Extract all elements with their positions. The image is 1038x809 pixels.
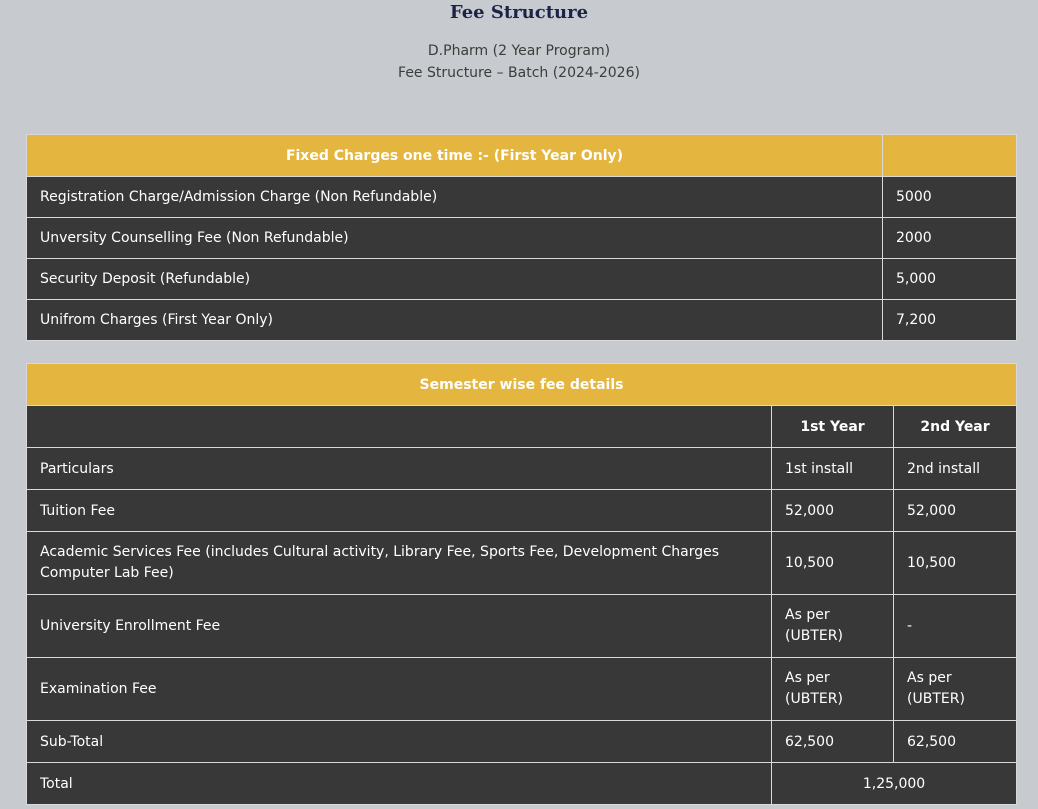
semester-header-row: Semester wise fee details <box>25 363 1018 406</box>
table-row: Security Deposit (Refundable) 5,000 <box>26 258 1017 300</box>
semester-heading: Semester wise fee details <box>25 363 1018 406</box>
year1-value: 10,500 <box>771 531 894 595</box>
year1-value: As per (UBTER) <box>771 594 894 658</box>
fixed-charge-label: Unversity Counselling Fee (Non Refundabl… <box>26 217 883 259</box>
fixed-charge-label: Unifrom Charges (First Year Only) <box>26 299 883 341</box>
year2-value: 62,500 <box>892 720 1018 763</box>
fixed-charge-label: Security Deposit (Refundable) <box>26 258 883 300</box>
year1-value: 1st install <box>771 447 894 490</box>
particulars-label: Tuition Fee <box>26 489 772 532</box>
particulars-label: University Enrollment Fee <box>26 594 772 658</box>
particulars-label: Academic Services Fee (includes Cultural… <box>26 531 772 595</box>
table-row: Registration Charge/Admission Charge (No… <box>26 176 1017 218</box>
total-value: 1,25,000 <box>770 762 1018 805</box>
year2-value: As per (UBTER) <box>892 657 1018 721</box>
fixed-charge-label: Registration Charge/Admission Charge (No… <box>26 176 883 218</box>
year2-value: 2nd install <box>892 447 1018 490</box>
fixed-charge-amount: 5,000 <box>882 258 1017 300</box>
year1-value: 62,500 <box>771 720 894 763</box>
year2-value: 10,500 <box>892 531 1018 595</box>
year-header-row: 1st Year 2nd Year <box>26 405 1018 448</box>
program-subtitle: D.Pharm (2 Year Program) <box>427 43 611 59</box>
table-row: Tuition Fee 52,000 52,000 <box>26 489 1018 532</box>
year1-value: 52,000 <box>771 489 894 532</box>
fixed-charges-heading: Fixed Charges one time :- (First Year On… <box>26 134 883 177</box>
particulars-label: Examination Fee <box>26 657 772 721</box>
particulars-label: Particulars <box>26 447 772 490</box>
batch-subtitle: Fee Structure – Batch (2024-2026) <box>398 65 640 81</box>
year2-value: 52,000 <box>892 489 1018 532</box>
fixed-charges-header-row: Fixed Charges one time :- (First Year On… <box>26 134 1017 177</box>
semester-fee-table: Semester wise fee details 1st Year 2nd Y… <box>25 363 1018 805</box>
total-label: Total <box>26 762 772 805</box>
year2-header: 2nd Year <box>892 405 1018 448</box>
table-row: Particulars 1st install 2nd install <box>26 447 1018 490</box>
fixed-charge-amount: 5000 <box>882 176 1017 218</box>
table-row: Unifrom Charges (First Year Only) 7,200 <box>26 299 1017 341</box>
year1-value: As per (UBTER) <box>771 657 894 721</box>
total-row: Total 1,25,000 <box>26 762 1018 805</box>
year1-header: 1st Year <box>771 405 894 448</box>
page-title: Fee Structure <box>449 2 589 23</box>
fixed-charges-table: Fixed Charges one time :- (First Year On… <box>26 134 1017 341</box>
table-row: University Enrollment Fee As per (UBTER)… <box>26 594 1018 658</box>
fixed-charges-heading-blank <box>882 134 1017 177</box>
year2-value: - <box>892 594 1018 658</box>
table-row: Examination Fee As per (UBTER) As per (U… <box>26 657 1018 721</box>
fixed-charge-amount: 7,200 <box>882 299 1017 341</box>
fixed-charge-amount: 2000 <box>882 217 1017 259</box>
particulars-label: Sub-Total <box>26 720 772 763</box>
year-header-blank <box>26 405 772 448</box>
table-row: Sub-Total 62,500 62,500 <box>26 720 1018 763</box>
table-row: Academic Services Fee (includes Cultural… <box>26 531 1018 595</box>
table-row: Unversity Counselling Fee (Non Refundabl… <box>26 217 1017 259</box>
